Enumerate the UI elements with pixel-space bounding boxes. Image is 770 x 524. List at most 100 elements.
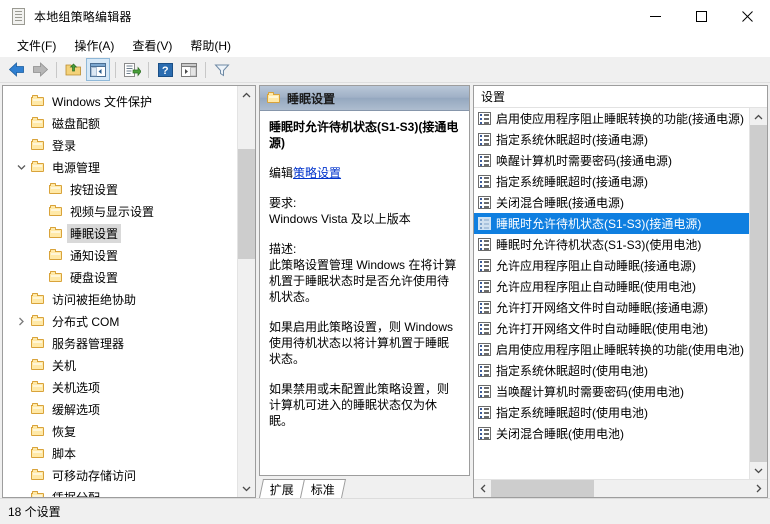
settings-list-row[interactable]: 唤醒计算机时需要密码(接通电源) bbox=[474, 150, 749, 171]
console-tree-scroll-area: Windows 文件保护 磁盘配额 登录 电源管理 按钮设置 视频与显示设置 睡眠设置 通知设… bbox=[3, 86, 237, 497]
help-button[interactable]: ? bbox=[154, 59, 176, 80]
toolbar-separator-3 bbox=[148, 61, 149, 78]
settings-list-row[interactable]: 允许打开网络文件时自动睡眠(接通电源) bbox=[474, 297, 749, 318]
tree-item[interactable]: 分布式 COM bbox=[3, 310, 237, 332]
tree-item[interactable]: 脚本 bbox=[3, 442, 237, 464]
menu-action[interactable]: 操作(A) bbox=[65, 34, 123, 57]
settings-list-row[interactable]: 睡眠时允许待机状态(S1-S3)(使用电池) bbox=[474, 234, 749, 255]
policy-setting-icon bbox=[478, 154, 491, 167]
tree-item[interactable]: 关机选项 bbox=[3, 376, 237, 398]
back-button[interactable] bbox=[5, 59, 27, 80]
menu-file[interactable]: 文件(F) bbox=[8, 34, 65, 57]
list-horizontal-scrollbar[interactable] bbox=[474, 479, 767, 497]
tab-extended[interactable]: 扩展 bbox=[258, 479, 306, 498]
export-list-icon bbox=[123, 62, 141, 77]
toolbar-separator-1 bbox=[56, 61, 57, 78]
settings-list-row[interactable]: 允许应用程序阻止自动睡眠(使用电池) bbox=[474, 276, 749, 297]
export-list-button[interactable] bbox=[121, 59, 143, 80]
folder-icon bbox=[29, 288, 46, 310]
up-folder-button[interactable] bbox=[62, 59, 84, 80]
tree-item[interactable]: 通知设置 bbox=[3, 244, 237, 266]
menu-view[interactable]: 查看(V) bbox=[123, 34, 181, 57]
chevron-down-icon[interactable] bbox=[13, 156, 29, 178]
tree-expander-placeholder bbox=[13, 134, 29, 156]
list-scroll-up-button[interactable] bbox=[750, 108, 767, 125]
tree-item-label: 可移动存储访问 bbox=[52, 468, 137, 483]
folder-icon bbox=[47, 200, 64, 222]
tree-item-label: 关机选项 bbox=[52, 380, 101, 395]
maximize-button[interactable] bbox=[678, 0, 724, 32]
list-hscroll-track[interactable] bbox=[491, 480, 750, 497]
tree-scroll-track[interactable] bbox=[238, 103, 255, 480]
list-scroll-track[interactable] bbox=[750, 125, 767, 462]
menu-help[interactable]: 帮助(H) bbox=[181, 34, 240, 57]
console-tree-pane: Windows 文件保护 磁盘配额 登录 电源管理 按钮设置 视频与显示设置 睡眠设置 通知设… bbox=[2, 85, 256, 498]
tree-item[interactable]: 磁盘配额 bbox=[3, 112, 237, 134]
folder-icon bbox=[29, 156, 46, 178]
tree-item[interactable]: 可移动存储访问 bbox=[3, 464, 237, 486]
settings-list-row[interactable]: 指定系统睡眠超时(使用电池) bbox=[474, 402, 749, 423]
tree-item[interactable]: 恢复 bbox=[3, 420, 237, 442]
settings-list-row[interactable]: 允许打开网络文件时自动睡眠(使用电池) bbox=[474, 318, 749, 339]
column-header-setting[interactable]: 设置 bbox=[474, 86, 505, 107]
policy-setting-icon bbox=[478, 406, 491, 419]
list-scroll-down-button[interactable] bbox=[750, 462, 767, 479]
tree-expander-placeholder bbox=[31, 244, 47, 266]
edit-policy-setting-link[interactable]: 策略设置 bbox=[293, 166, 341, 180]
tree-scroll-up-button[interactable] bbox=[238, 86, 255, 103]
settings-list-row[interactable]: 指定系统休眠超时(接通电源) bbox=[474, 129, 749, 150]
tree-item[interactable]: 关机 bbox=[3, 354, 237, 376]
chevron-right-icon[interactable] bbox=[13, 310, 29, 332]
policy-setting-icon bbox=[478, 112, 491, 125]
status-text: 18 个设置 bbox=[8, 505, 61, 519]
settings-list-row[interactable]: 当唤醒计算机时需要密码(使用电池) bbox=[474, 381, 749, 402]
settings-list-row[interactable]: 允许应用程序阻止自动睡眠(接通电源) bbox=[474, 255, 749, 276]
tree-item-label: 访问被拒绝协助 bbox=[52, 292, 137, 307]
settings-list-row[interactable]: 睡眠时允许待机状态(S1-S3)(接通电源) bbox=[474, 213, 749, 234]
tree-item[interactable]: 电源管理 bbox=[3, 156, 237, 178]
tree-item[interactable]: 缓解选项 bbox=[3, 398, 237, 420]
tree-item[interactable]: 硬盘设置 bbox=[3, 266, 237, 288]
list-vertical-scrollbar[interactable] bbox=[749, 108, 767, 479]
detail-pane-wrapper: 睡眠设置 睡眠时允许待机状态(S1-S3)(接通电源) 编辑策略设置 要求: W… bbox=[258, 85, 470, 498]
tab-standard[interactable]: 标准 bbox=[299, 479, 347, 498]
list-scroll-left-button[interactable] bbox=[474, 480, 491, 497]
tree-item[interactable]: 睡眠设置 bbox=[3, 222, 237, 244]
tree-expander-placeholder bbox=[13, 464, 29, 486]
show-action-pane-button[interactable] bbox=[178, 59, 200, 80]
tree-item[interactable]: 凭据分配 bbox=[3, 486, 237, 497]
folder-icon bbox=[29, 442, 46, 464]
tree-item[interactable]: 访问被拒绝协助 bbox=[3, 288, 237, 310]
close-button[interactable] bbox=[724, 0, 770, 32]
settings-list-body: 启用使应用程序阻止睡眠转换的功能(接通电源) 指定系统休眠超时(接通电源) 唤醒计算… bbox=[474, 108, 749, 479]
settings-list-row[interactable]: 关闭混合睡眠(接通电源) bbox=[474, 192, 749, 213]
tree-scroll-down-button[interactable] bbox=[238, 480, 255, 497]
tree-item[interactable]: 服务器管理器 bbox=[3, 332, 237, 354]
tree-item[interactable]: 按钮设置 bbox=[3, 178, 237, 200]
minimize-button[interactable] bbox=[632, 0, 678, 32]
show-hide-tree-button[interactable] bbox=[86, 58, 110, 81]
settings-list-row[interactable]: 指定系统休眠超时(使用电池) bbox=[474, 360, 749, 381]
folder-icon bbox=[47, 266, 64, 288]
forward-button[interactable] bbox=[29, 59, 51, 80]
list-scroll-thumb[interactable] bbox=[750, 125, 767, 462]
filter-button[interactable] bbox=[211, 59, 233, 80]
settings-list-row[interactable]: 关闭混合睡眠(使用电池) bbox=[474, 423, 749, 444]
settings-list-row[interactable]: 启用使应用程序阻止睡眠转换的功能(接通电源) bbox=[474, 108, 749, 129]
settings-list-row[interactable]: 启用使应用程序阻止睡眠转换的功能(使用电池) bbox=[474, 339, 749, 360]
tree-item[interactable]: Windows 文件保护 bbox=[3, 90, 237, 112]
settings-list-row-label: 允许打开网络文件时自动睡眠(接通电源) bbox=[496, 301, 708, 315]
list-scroll-right-button[interactable] bbox=[750, 480, 767, 497]
settings-list-row-label: 指定系统休眠超时(接通电源) bbox=[496, 133, 648, 147]
tree-vertical-scrollbar[interactable] bbox=[237, 86, 255, 497]
tree-scroll-thumb[interactable] bbox=[238, 149, 255, 259]
settings-list-row-label: 允许打开网络文件时自动睡眠(使用电池) bbox=[496, 322, 708, 336]
tree-item-label: 服务器管理器 bbox=[52, 336, 125, 351]
settings-list-row[interactable]: 指定系统睡眠超时(接通电源) bbox=[474, 171, 749, 192]
tree-item[interactable]: 视频与显示设置 bbox=[3, 200, 237, 222]
forward-icon bbox=[32, 62, 48, 77]
tree-item[interactable]: 登录 bbox=[3, 134, 237, 156]
settings-list-header: 设置 bbox=[474, 86, 767, 108]
list-hscroll-thumb[interactable] bbox=[491, 480, 594, 497]
toolbar: ? bbox=[0, 57, 770, 83]
